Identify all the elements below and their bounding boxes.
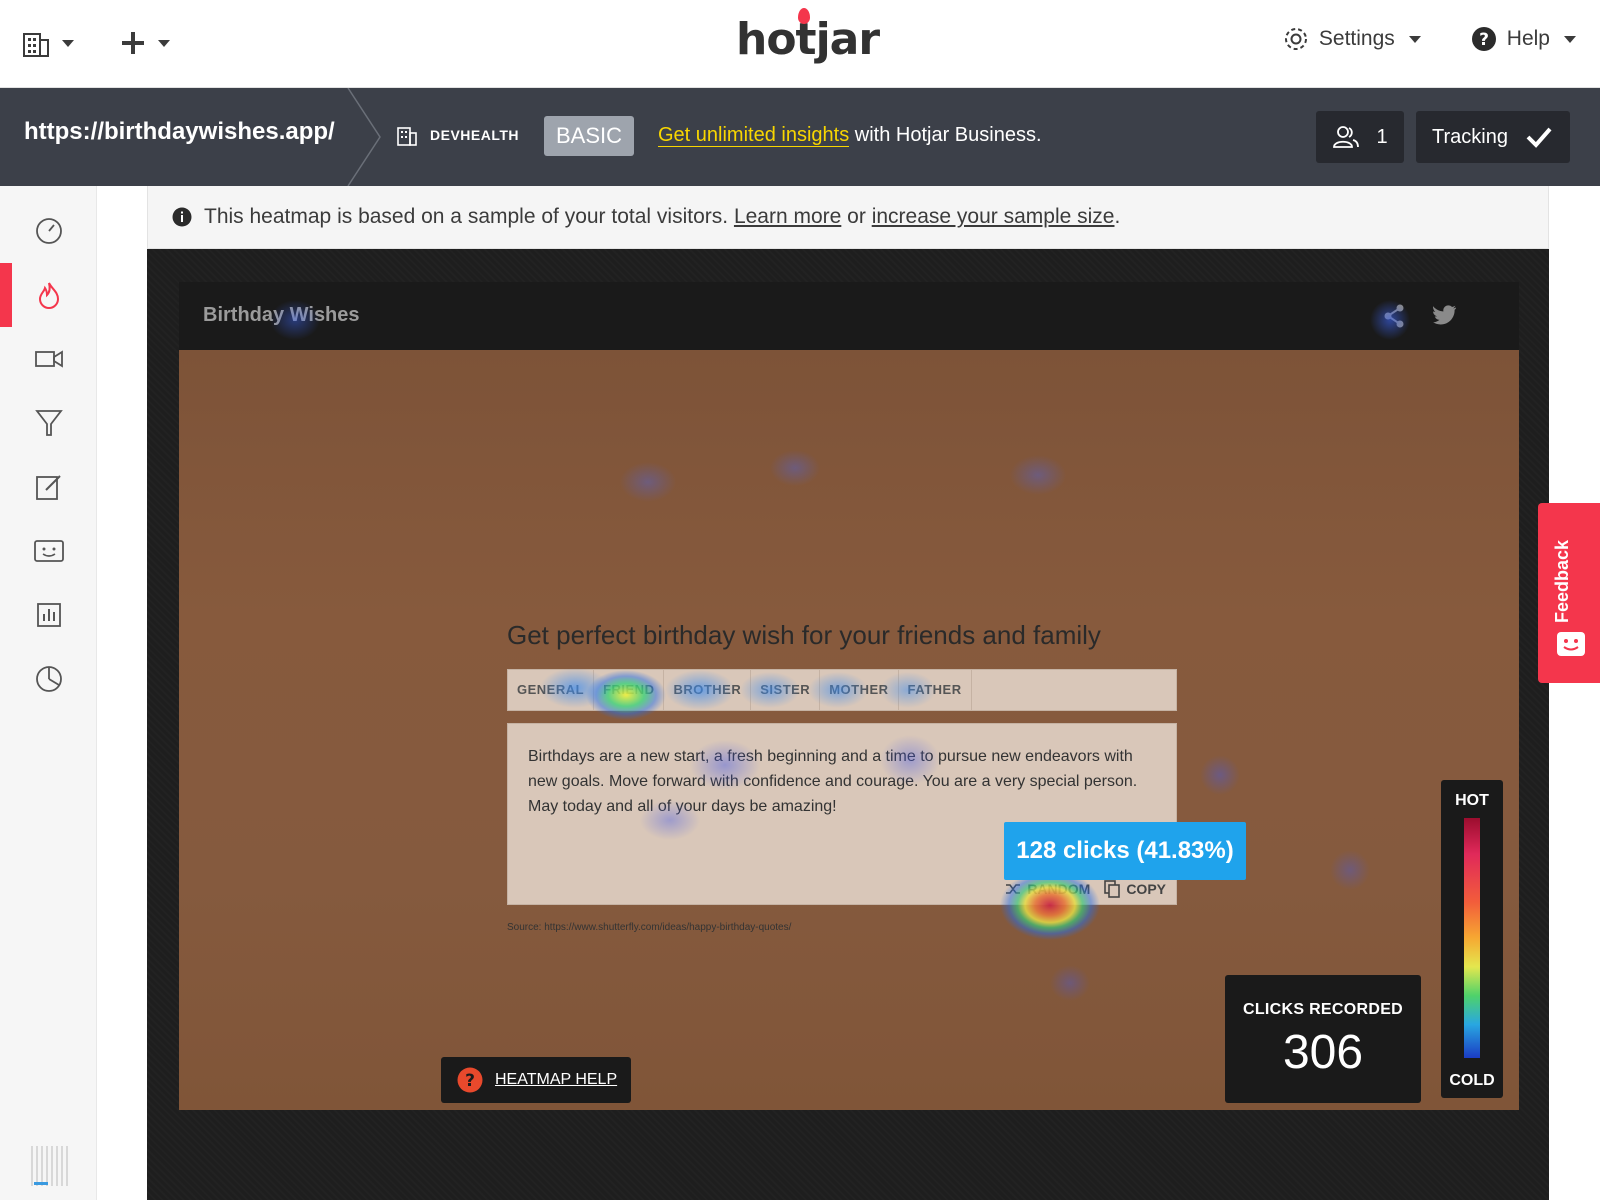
organization-label: DEVHEALTH	[396, 124, 519, 146]
sidebar-item-surveys[interactable]	[0, 583, 97, 647]
random-button[interactable]: RANDOM	[1005, 881, 1090, 897]
clicks-recorded-value: 306	[1282, 1026, 1364, 1079]
wish-category-tabs: GENERAL FRIEND BROTHER SISTER MOTHER FAT…	[507, 669, 1177, 711]
feedback-tab[interactable]: Feedback	[1538, 503, 1600, 683]
sidebar-item-recordings[interactable]	[0, 327, 97, 391]
loading-bars-icon	[31, 1146, 68, 1186]
organization-switcher[interactable]	[22, 28, 74, 58]
recordings-icon	[34, 350, 63, 368]
copy-icon	[1104, 880, 1121, 898]
legend-gradient-bar	[1464, 818, 1480, 1058]
clicks-recorded-label: CLICKS RECORDED	[1242, 1001, 1404, 1018]
checkmark-icon	[1526, 127, 1552, 148]
sidebar-item-heatmaps[interactable]	[0, 263, 97, 327]
clicks-recorded-panel: CLICKS RECORDED 306	[1225, 975, 1421, 1103]
twitter-icon	[1433, 305, 1457, 325]
site-title: Birthday Wishes	[203, 304, 360, 326]
organization-name: DEVHEALTH	[430, 127, 520, 143]
tracking-label: Tracking	[1432, 125, 1508, 148]
learn-more-link[interactable]: Learn more	[734, 205, 841, 228]
building-icon	[23, 33, 49, 57]
sample-notice: This heatmap is based on a sample of you…	[147, 186, 1549, 249]
users-count: 1	[1376, 125, 1388, 148]
top-navigation-bar: hotjar Settings ? Help	[0, 0, 1600, 88]
chevron-down-icon	[1408, 35, 1421, 43]
site-url-selector[interactable]: https://birthdaywishes.app/	[24, 118, 335, 146]
increase-sample-link[interactable]: increase your sample size	[872, 205, 1115, 228]
heatmaps-icon	[38, 282, 59, 309]
feedback-label: Feedback	[1552, 539, 1572, 623]
flame-icon	[798, 8, 810, 24]
chevron-down-icon	[158, 39, 170, 47]
info-icon	[172, 207, 192, 227]
notice-message: This heatmap is based on a sample of you…	[204, 205, 729, 228]
feedback-polls-icon	[33, 540, 64, 562]
notice-period: .	[1114, 205, 1121, 228]
tab-sister[interactable]: SISTER	[751, 670, 821, 710]
shuffle-icon	[1006, 884, 1021, 894]
bar-chart-icon	[36, 603, 61, 627]
sidebar-item-analytics[interactable]	[0, 647, 97, 711]
svg-text:?: ?	[1479, 30, 1489, 50]
tab-general[interactable]: GENERAL	[508, 670, 595, 710]
tab-brother[interactable]: BROTHER	[664, 670, 752, 710]
plan-badge: BASIC	[544, 116, 634, 156]
top-left-controls	[22, 28, 170, 58]
left-sidebar	[0, 186, 97, 1200]
users-icon	[1333, 126, 1360, 148]
notice-text: This heatmap is based on a sample of you…	[204, 205, 1120, 229]
form-edit-icon	[35, 475, 61, 500]
site-header: Birthday Wishes	[179, 282, 1519, 350]
share-icon	[1384, 304, 1404, 328]
notice-or: or	[847, 205, 866, 228]
site-context-bar: https://birthdaywishes.app/ DEVHEALTH BA…	[0, 88, 1600, 186]
tab-friend[interactable]: FRIEND	[594, 670, 665, 710]
top-right-controls: Settings ? Help	[1283, 26, 1576, 52]
svg-text:?: ?	[465, 1071, 475, 1091]
dashboard-icon	[35, 218, 62, 244]
funnel-icon	[34, 410, 63, 436]
help-menu[interactable]: ? Help	[1471, 26, 1576, 52]
upgrade-promo: Get unlimited insights with Hotjar Busin…	[658, 124, 1042, 147]
help-label: Help	[1506, 27, 1550, 50]
help-icon: ?	[457, 1067, 483, 1093]
sidebar-item-funnels[interactable]	[0, 391, 97, 455]
gear-icon	[1284, 28, 1307, 50]
tracking-status-button[interactable]: Tracking	[1416, 111, 1570, 163]
random-label: RANDOM	[1027, 881, 1091, 897]
source-credit: Source: https://www.shutterfly.com/ideas…	[507, 922, 792, 933]
tab-mother[interactable]: MOTHER	[820, 670, 899, 710]
add-new-button[interactable]	[120, 30, 170, 56]
heatmap-help-button[interactable]: ? HEATMAP HELP	[441, 1057, 631, 1103]
tab-father[interactable]: FATHER	[899, 670, 972, 710]
settings-menu[interactable]: Settings	[1283, 26, 1421, 52]
building-icon	[397, 127, 417, 146]
quote-text: Birthdays are a new start, a fresh begin…	[528, 748, 1138, 815]
chevron-down-icon	[1564, 35, 1576, 43]
copy-label: COPY	[1126, 881, 1166, 897]
team-members-button[interactable]: 1	[1316, 111, 1404, 163]
upgrade-link[interactable]: Get unlimited insights	[658, 124, 850, 147]
sidebar-item-forms[interactable]	[0, 455, 97, 519]
help-icon: ?	[1471, 27, 1496, 51]
settings-label: Settings	[1318, 27, 1395, 50]
legend-hot-label: HOT	[1455, 792, 1489, 809]
plus-icon	[122, 32, 144, 54]
legend-cold-label: COLD	[1449, 1072, 1495, 1089]
quote-actions: RANDOM COPY	[1005, 880, 1166, 898]
sidebar-item-polls[interactable]	[0, 519, 97, 583]
smiley-icon	[1557, 632, 1585, 656]
promo-text: with Hotjar Business.	[849, 124, 1042, 146]
chevron-down-icon	[62, 39, 74, 47]
heatmap-help-label: HEATMAP HELP	[495, 1071, 618, 1088]
heat-legend: HOT COLD	[1441, 780, 1503, 1098]
pie-chart-icon	[35, 666, 62, 692]
breadcrumb-separator	[347, 88, 381, 186]
sidebar-item-dashboard[interactable]	[0, 199, 97, 263]
hotjar-logo[interactable]: hotjar	[736, 8, 880, 65]
click-count-tooltip: 128 clicks (41.83%)	[1004, 822, 1246, 880]
copy-button[interactable]: COPY	[1104, 880, 1166, 898]
site-headline: Get perfect birthday wish for your frien…	[507, 620, 1101, 650]
